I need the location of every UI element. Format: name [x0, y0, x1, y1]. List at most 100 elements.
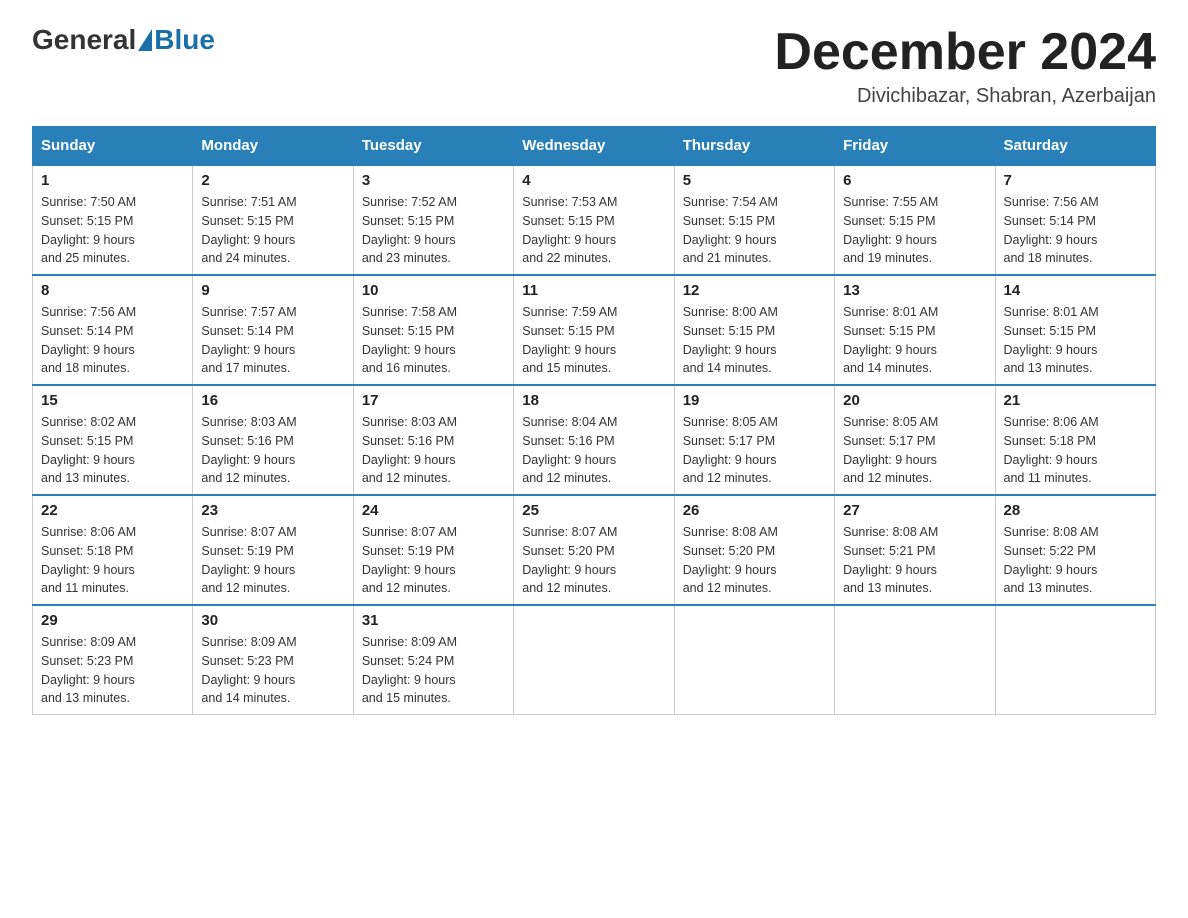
day-info: Sunrise: 8:01 AMSunset: 5:15 PMDaylight:…	[843, 303, 986, 378]
day-number: 15	[41, 392, 184, 409]
day-number: 9	[201, 282, 344, 299]
day-info: Sunrise: 8:03 AMSunset: 5:16 PMDaylight:…	[201, 413, 344, 488]
day-number: 12	[683, 282, 826, 299]
calendar-cell	[674, 605, 834, 715]
day-info: Sunrise: 8:06 AMSunset: 5:18 PMDaylight:…	[41, 523, 184, 598]
day-info: Sunrise: 8:08 AMSunset: 5:22 PMDaylight:…	[1004, 523, 1147, 598]
logo-general-text: General	[32, 24, 136, 56]
day-info: Sunrise: 7:51 AMSunset: 5:15 PMDaylight:…	[201, 193, 344, 268]
calendar-cell: 3Sunrise: 7:52 AMSunset: 5:15 PMDaylight…	[353, 165, 513, 275]
day-number: 5	[683, 172, 826, 189]
day-number: 19	[683, 392, 826, 409]
calendar-cell: 18Sunrise: 8:04 AMSunset: 5:16 PMDayligh…	[514, 385, 674, 495]
calendar-table: SundayMondayTuesdayWednesdayThursdayFrid…	[32, 126, 1156, 715]
calendar-cell: 7Sunrise: 7:56 AMSunset: 5:14 PMDaylight…	[995, 165, 1155, 275]
day-info: Sunrise: 8:07 AMSunset: 5:19 PMDaylight:…	[362, 523, 505, 598]
week-row-2: 8Sunrise: 7:56 AMSunset: 5:14 PMDaylight…	[33, 275, 1156, 385]
day-info: Sunrise: 7:50 AMSunset: 5:15 PMDaylight:…	[41, 193, 184, 268]
calendar-cell: 11 Sunrise: 7:59 AMSunset: 5:15 PMDayligh…	[514, 275, 674, 385]
calendar-cell: 28 Sunrise: 8:08 AMSunset: 5:22 PMDayligh…	[995, 495, 1155, 605]
day-number: 16	[201, 392, 344, 409]
day-number: 4	[522, 172, 665, 189]
day-number: 27	[843, 502, 986, 519]
logo: General Blue	[32, 24, 215, 56]
calendar-cell: 26Sunrise: 8:08 AMSunset: 5:20 PMDayligh…	[674, 495, 834, 605]
weekday-header-wednesday: Wednesday	[514, 127, 674, 166]
week-row-3: 15 Sunrise: 8:02 AMSunset: 5:15 PMDayligh…	[33, 385, 1156, 495]
calendar-cell	[835, 605, 995, 715]
day-info: Sunrise: 8:07 AMSunset: 5:20 PMDaylight:…	[522, 523, 665, 598]
calendar-cell: 5 Sunrise: 7:54 AMSunset: 5:15 PMDaylight…	[674, 165, 834, 275]
calendar-cell: 4 Sunrise: 7:53 AMSunset: 5:15 PMDaylight…	[514, 165, 674, 275]
day-number: 11	[522, 282, 665, 299]
calendar-cell: 25Sunrise: 8:07 AMSunset: 5:20 PMDayligh…	[514, 495, 674, 605]
day-info: Sunrise: 8:09 AMSunset: 5:23 PMDaylight:…	[201, 633, 344, 708]
calendar-cell: 31 Sunrise: 8:09 AMSunset: 5:24 PMDayligh…	[353, 605, 513, 715]
day-info: Sunrise: 7:59 AMSunset: 5:15 PMDaylight:…	[522, 303, 665, 378]
day-number: 1	[41, 172, 184, 189]
day-number: 24	[362, 502, 505, 519]
week-row-4: 22 Sunrise: 8:06 AMSunset: 5:18 PMDayligh…	[33, 495, 1156, 605]
day-info: Sunrise: 8:02 AMSunset: 5:15 PMDaylight:…	[41, 413, 184, 488]
weekday-header-saturday: Saturday	[995, 127, 1155, 166]
day-number: 6	[843, 172, 986, 189]
location-title: Divichibazar, Shabran, Azerbaijan	[774, 85, 1156, 108]
day-info: Sunrise: 8:00 AMSunset: 5:15 PMDaylight:…	[683, 303, 826, 378]
calendar-cell: 22 Sunrise: 8:06 AMSunset: 5:18 PMDayligh…	[33, 495, 193, 605]
calendar-cell	[995, 605, 1155, 715]
day-info: Sunrise: 8:05 AMSunset: 5:17 PMDaylight:…	[843, 413, 986, 488]
day-info: Sunrise: 7:53 AMSunset: 5:15 PMDaylight:…	[522, 193, 665, 268]
weekday-header-row: SundayMondayTuesdayWednesdayThursdayFrid…	[33, 127, 1156, 166]
calendar-cell: 30Sunrise: 8:09 AMSunset: 5:23 PMDayligh…	[193, 605, 353, 715]
day-info: Sunrise: 8:05 AMSunset: 5:17 PMDaylight:…	[683, 413, 826, 488]
day-info: Sunrise: 8:01 AMSunset: 5:15 PMDaylight:…	[1004, 303, 1147, 378]
calendar-cell: 8Sunrise: 7:56 AMSunset: 5:14 PMDaylight…	[33, 275, 193, 385]
day-info: Sunrise: 7:58 AMSunset: 5:15 PMDaylight:…	[362, 303, 505, 378]
week-row-1: 1 Sunrise: 7:50 AMSunset: 5:15 PMDaylight…	[33, 165, 1156, 275]
calendar-cell: 15 Sunrise: 8:02 AMSunset: 5:15 PMDayligh…	[33, 385, 193, 495]
day-info: Sunrise: 7:52 AMSunset: 5:15 PMDaylight:…	[362, 193, 505, 268]
day-info: Sunrise: 7:54 AMSunset: 5:15 PMDaylight:…	[683, 193, 826, 268]
day-info: Sunrise: 7:55 AMSunset: 5:15 PMDaylight:…	[843, 193, 986, 268]
weekday-header-friday: Friday	[835, 127, 995, 166]
day-number: 22	[41, 502, 184, 519]
calendar-cell: 19 Sunrise: 8:05 AMSunset: 5:17 PMDayligh…	[674, 385, 834, 495]
weekday-header-monday: Monday	[193, 127, 353, 166]
day-number: 17	[362, 392, 505, 409]
header: General Blue December 2024 Divichibazar,…	[32, 24, 1156, 108]
calendar-cell: 14 Sunrise: 8:01 AMSunset: 5:15 PMDayligh…	[995, 275, 1155, 385]
calendar-cell: 2 Sunrise: 7:51 AMSunset: 5:15 PMDaylight…	[193, 165, 353, 275]
day-number: 28	[1004, 502, 1147, 519]
day-info: Sunrise: 8:04 AMSunset: 5:16 PMDaylight:…	[522, 413, 665, 488]
logo-triangle-icon	[138, 29, 152, 51]
day-number: 14	[1004, 282, 1147, 299]
calendar-cell: 24 Sunrise: 8:07 AMSunset: 5:19 PMDayligh…	[353, 495, 513, 605]
day-info: Sunrise: 8:08 AMSunset: 5:21 PMDaylight:…	[843, 523, 986, 598]
week-row-5: 29 Sunrise: 8:09 AMSunset: 5:23 PMDayligh…	[33, 605, 1156, 715]
day-number: 29	[41, 612, 184, 629]
day-info: Sunrise: 7:56 AMSunset: 5:14 PMDaylight:…	[1004, 193, 1147, 268]
day-info: Sunrise: 8:03 AMSunset: 5:16 PMDaylight:…	[362, 413, 505, 488]
day-info: Sunrise: 7:56 AMSunset: 5:14 PMDaylight:…	[41, 303, 184, 378]
day-number: 2	[201, 172, 344, 189]
calendar-cell: 13 Sunrise: 8:01 AMSunset: 5:15 PMDayligh…	[835, 275, 995, 385]
calendar-cell: 29 Sunrise: 8:09 AMSunset: 5:23 PMDayligh…	[33, 605, 193, 715]
day-info: Sunrise: 8:07 AMSunset: 5:19 PMDaylight:…	[201, 523, 344, 598]
day-info: Sunrise: 8:06 AMSunset: 5:18 PMDaylight:…	[1004, 413, 1147, 488]
calendar-cell: 10 Sunrise: 7:58 AMSunset: 5:15 PMDayligh…	[353, 275, 513, 385]
weekday-header-tuesday: Tuesday	[353, 127, 513, 166]
day-info: Sunrise: 8:09 AMSunset: 5:23 PMDaylight:…	[41, 633, 184, 708]
calendar-cell: 9Sunrise: 7:57 AMSunset: 5:14 PMDaylight…	[193, 275, 353, 385]
day-number: 31	[362, 612, 505, 629]
day-number: 13	[843, 282, 986, 299]
calendar-cell: 12 Sunrise: 8:00 AMSunset: 5:15 PMDayligh…	[674, 275, 834, 385]
day-info: Sunrise: 8:09 AMSunset: 5:24 PMDaylight:…	[362, 633, 505, 708]
logo-blue-text: Blue	[154, 24, 215, 56]
day-number: 10	[362, 282, 505, 299]
calendar-cell: 6 Sunrise: 7:55 AMSunset: 5:15 PMDaylight…	[835, 165, 995, 275]
calendar-cell: 20Sunrise: 8:05 AMSunset: 5:17 PMDayligh…	[835, 385, 995, 495]
title-area: December 2024 Divichibazar, Shabran, Aze…	[774, 24, 1156, 108]
month-title: December 2024	[774, 24, 1156, 81]
calendar-cell	[514, 605, 674, 715]
day-number: 21	[1004, 392, 1147, 409]
